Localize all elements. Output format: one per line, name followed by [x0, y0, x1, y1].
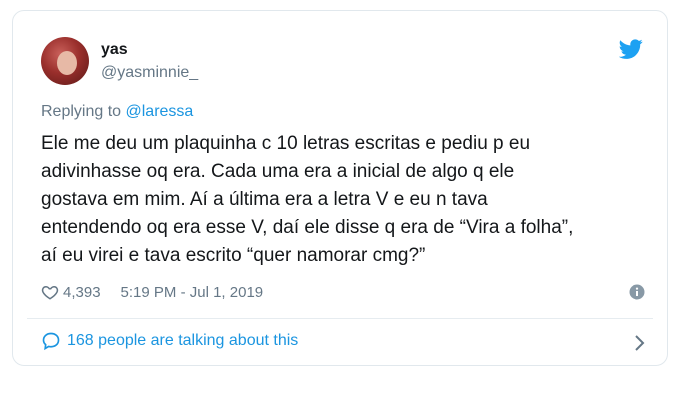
author-handle[interactable]: @yasminnie_ — [101, 64, 198, 82]
tweet-text: Ele me deu um plaquinha c 10 letras escr… — [41, 133, 574, 266]
tweet-timestamp[interactable]: 5:19 PM - Jul 1, 2019 — [121, 284, 264, 301]
replying-to: Replying to @laressa — [41, 103, 193, 121]
tweet-meta: 4,393 5:19 PM - Jul 1, 2019 — [41, 281, 263, 303]
avatar[interactable] — [41, 37, 89, 85]
divider — [27, 318, 653, 319]
speech-bubble-icon — [42, 332, 60, 351]
twitter-bird-icon[interactable] — [619, 37, 643, 61]
talking-about-text: 168 people are talking about this — [67, 332, 299, 349]
reply-mention-link[interactable]: @laressa — [126, 103, 194, 120]
like-count[interactable]: 4,393 — [63, 284, 101, 301]
heart-icon[interactable] — [41, 283, 59, 301]
author-name[interactable]: yas — [101, 41, 128, 59]
chevron-right-icon[interactable] — [633, 333, 647, 353]
tweet-card: yas @yasminnie_ Replying to @laressa Ele… — [12, 10, 668, 366]
info-icon[interactable] — [629, 284, 645, 300]
replying-prefix: Replying to — [41, 103, 126, 120]
avatar-face — [57, 51, 77, 75]
talking-about-link[interactable]: 168 people are talking about this — [41, 331, 298, 351]
